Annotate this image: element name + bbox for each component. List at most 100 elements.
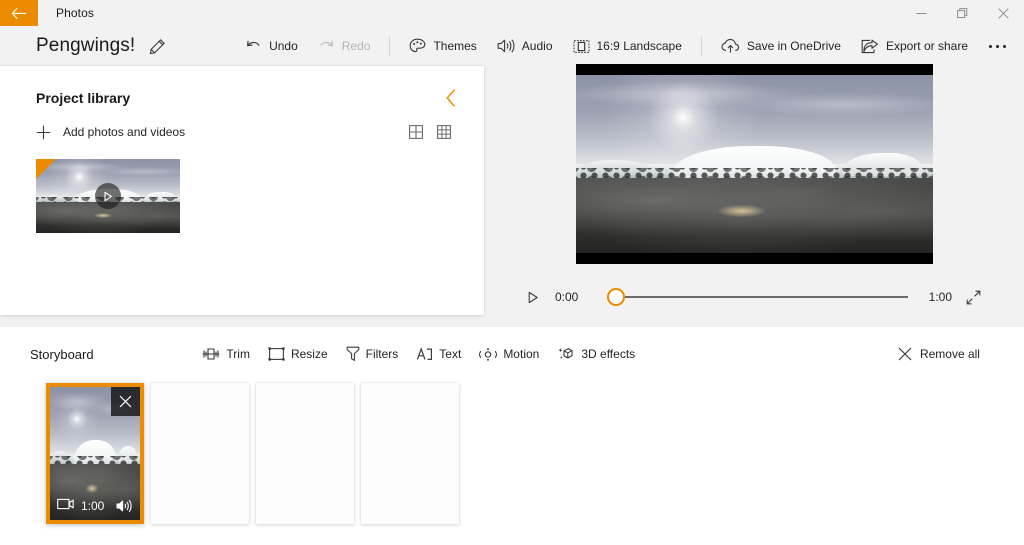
audio-label: Audio [521,39,553,53]
aspect-ratio-button[interactable]: 16:9 Landscape [563,30,692,62]
redo-label: Redo [341,39,371,53]
clip-audio-toggle[interactable] [116,499,133,513]
storyboard-cards: 1:00 [0,383,1024,524]
play-overlay-button[interactable] [95,183,121,209]
close-button[interactable] [983,0,1024,26]
project-library-title: Project library [36,90,131,106]
storyboard-card-empty-1[interactable] [151,383,249,524]
motion-label: Motion [503,347,540,361]
minimize-button[interactable] [901,0,942,26]
fullscreen-button[interactable] [958,290,988,305]
fullscreen-icon [966,290,980,304]
speaker-icon [497,38,515,54]
project-library-toolbar: Add photos and videos [0,112,484,148]
app-name-label: Photos [56,6,94,20]
back-arrow-icon [11,7,26,19]
player-controls: 0:00 1:00 [520,286,988,308]
maximize-button[interactable] [942,0,983,26]
audio-button[interactable]: Audio [487,30,563,62]
3d-effects-button[interactable]: 3D effects [548,339,644,369]
resize-button[interactable]: Resize [259,339,337,369]
selected-corner-marker [36,159,56,179]
project-library-header: Project library [0,66,484,112]
text-icon [416,346,433,362]
more-options-button[interactable] [980,30,1014,62]
filters-label: Filters [365,347,399,361]
add-photos-and-videos-label: Add photos and videos [63,125,186,139]
restore-icon [957,7,968,18]
seek-slider[interactable] [607,286,908,308]
trim-label: Trim [226,347,250,361]
seek-thumb[interactable] [607,288,625,306]
themes-button[interactable]: Themes [399,30,486,62]
trim-button[interactable]: Trim [193,339,259,369]
chevron-left-icon [445,89,455,107]
redo-icon [318,39,335,54]
storyboard-header: Storyboard Trim Resize Filters Text Moti… [0,327,1024,381]
library-thumbnail-pengwings[interactable] [36,159,180,233]
remove-all-label: Remove all [919,347,980,361]
share-icon [861,38,879,54]
storyboard-card-pengwings[interactable]: 1:00 [46,383,144,524]
title-bar: Photos [0,0,1024,26]
remove-clip-button[interactable] [111,387,140,416]
save-in-onedrive-label: Save in OneDrive [746,39,841,53]
pencil-icon [150,38,166,54]
minimize-icon [916,12,927,14]
undo-button[interactable]: Undo [235,30,308,62]
aspect-ratio-icon [572,39,590,54]
page-title: Pengwings! [36,35,136,56]
filter-icon [346,346,360,362]
grid-small-view-button[interactable] [430,119,458,145]
collapse-library-button[interactable] [436,83,466,113]
project-title-group: Pengwings! [0,35,166,57]
trim-icon [202,347,220,361]
plus-icon [36,125,51,140]
window-controls [901,0,1024,26]
3d-effects-label: 3D effects [581,347,636,361]
command-separator-2 [700,36,702,56]
speaker-on-icon [116,499,132,513]
storyboard-toolbar: Trim Resize Filters Text Motion 3D effec… [193,339,644,369]
text-label: Text [439,347,462,361]
resize-label: Resize [290,347,328,361]
undo-label: Undo [269,39,298,53]
motion-icon [479,347,498,362]
current-time-label: 0:00 [555,290,579,304]
aspect-ratio-label: 16:9 Landscape [596,39,682,53]
redo-button[interactable]: Redo [308,30,381,62]
remove-all-button[interactable]: Remove all [888,339,990,369]
photos-video-editor-window: Photos Pengwings! Undo Redo Themes Audio… [0,0,1024,545]
storyboard-card-footer: 1:00 [50,492,140,520]
storyboard-panel: Storyboard Trim Resize Filters Text Moti… [0,327,1024,545]
clip-duration-label: 1:00 [81,499,105,513]
add-photos-and-videos-button[interactable]: Add photos and videos [36,125,185,140]
back-button[interactable] [0,0,38,26]
project-library-items [0,148,484,233]
command-separator-1 [389,36,391,56]
grid-small-icon [437,125,451,139]
export-or-share-label: Export or share [885,39,968,53]
resize-icon [268,347,285,361]
motion-button[interactable]: Motion [470,339,548,369]
export-or-share-button[interactable]: Export or share [851,30,978,62]
storyboard-card-empty-3[interactable] [361,383,459,524]
video-preview[interactable] [575,64,933,264]
more-options-icon [988,44,992,48]
seek-track [607,296,908,298]
palette-icon [409,38,426,54]
video-icon [57,497,74,515]
cloud-upload-icon [721,38,740,54]
close-x-icon [119,395,132,408]
video-preview-artwork [575,75,933,253]
storyboard-title: Storyboard [30,346,94,362]
save-in-onedrive-button[interactable]: Save in OneDrive [711,30,851,62]
filters-button[interactable]: Filters [337,339,408,369]
storyboard-card-empty-2[interactable] [256,383,354,524]
close-x-icon [898,347,912,361]
rename-project-button[interactable] [149,38,166,55]
grid-large-view-button[interactable] [402,119,430,145]
undo-icon [245,39,262,54]
text-button[interactable]: Text [407,339,470,369]
preview-play-button[interactable] [520,291,546,304]
